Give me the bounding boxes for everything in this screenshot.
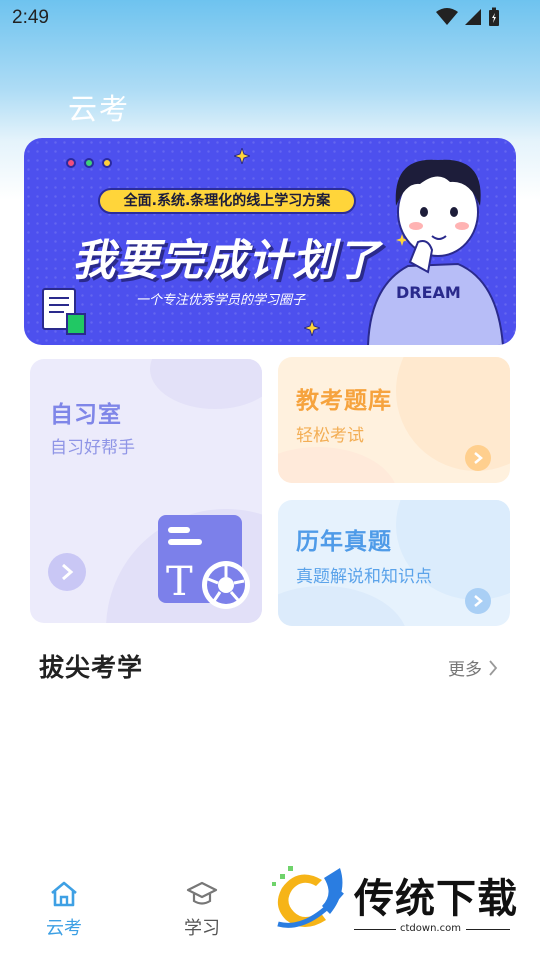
graduation-cap-icon bbox=[186, 881, 218, 905]
divider bbox=[354, 929, 396, 930]
wifi-icon bbox=[436, 8, 458, 25]
watermark-emblem bbox=[272, 866, 344, 928]
card-decoration bbox=[278, 586, 408, 626]
card-subtitle: 真题解说和知识点 bbox=[296, 567, 432, 587]
student-illustration: DREAM bbox=[367, 159, 504, 345]
sparkle-icon bbox=[304, 320, 320, 336]
study-room-arrow-button[interactable] bbox=[48, 553, 86, 591]
svg-text:T: T bbox=[166, 559, 193, 605]
card-title: 历年真题 bbox=[296, 529, 392, 555]
card-decoration bbox=[150, 359, 262, 409]
promo-banner[interactable]: 全面.系统.条理化的线上学习方案 我要完成计划了 一个专注优秀学员的学习圈子 D… bbox=[24, 138, 516, 345]
textbook-icon: T bbox=[158, 515, 250, 609]
nav-label: 学习 bbox=[184, 918, 220, 939]
sparkle-icon bbox=[234, 148, 250, 164]
chevron-right-icon bbox=[62, 564, 74, 580]
status-time: 2:49 bbox=[12, 7, 49, 28]
chevron-right-icon bbox=[474, 452, 483, 464]
dot-yellow bbox=[102, 158, 112, 168]
past-exams-arrow-button[interactable] bbox=[465, 588, 491, 614]
question-bank-arrow-button[interactable] bbox=[465, 445, 491, 471]
banner-tagline: 全面.系统.条理化的线上学习方案 bbox=[98, 188, 356, 214]
home-icon bbox=[51, 881, 77, 907]
dot-green bbox=[84, 158, 94, 168]
nav-item-home[interactable]: 云考 bbox=[46, 880, 82, 940]
card-decoration bbox=[278, 447, 398, 483]
banner-subline: 一个专注优秀学员的学习圈子 bbox=[136, 293, 306, 308]
status-icons bbox=[436, 7, 500, 27]
watermark-domain: ctdown.com bbox=[400, 923, 461, 934]
battery-icon bbox=[489, 7, 499, 26]
signal-icon bbox=[465, 9, 481, 25]
document-icon bbox=[42, 288, 86, 335]
shirt-text: DREAM bbox=[396, 283, 461, 302]
watermark-logo: 传统下载 ctdown.com bbox=[262, 860, 532, 940]
dot-red bbox=[66, 158, 76, 168]
app-screen: 2:49 云考 全面.系统.条理化的线上学习方案 我要完成计划了 一个专注优秀学… bbox=[0, 0, 540, 960]
past-exams-card[interactable]: 历年真题 真题解说和知识点 bbox=[278, 500, 510, 626]
chevron-right-icon bbox=[489, 659, 498, 676]
study-room-card[interactable]: 自习室 自习好帮手 T bbox=[30, 359, 262, 623]
window-dots bbox=[66, 158, 112, 168]
card-title: 教考题库 bbox=[296, 388, 392, 414]
nav-item-study[interactable]: 学习 bbox=[184, 880, 220, 940]
question-bank-card[interactable]: 教考题库 轻松考试 bbox=[278, 357, 510, 483]
card-title: 自习室 bbox=[50, 402, 122, 428]
divider bbox=[466, 929, 510, 930]
more-label: 更多 bbox=[448, 660, 482, 680]
chevron-right-icon bbox=[474, 595, 483, 607]
card-subtitle: 自习好帮手 bbox=[50, 438, 135, 458]
page-title: 云考 bbox=[68, 92, 131, 126]
card-subtitle: 轻松考试 bbox=[296, 426, 364, 446]
nav-label: 云考 bbox=[46, 918, 82, 939]
section-title: 拔尖考学 bbox=[39, 653, 144, 682]
banner-headline: 我要完成计划了 bbox=[72, 236, 380, 286]
card-decoration bbox=[396, 357, 510, 471]
more-link[interactable]: 更多 bbox=[448, 655, 498, 680]
status-bar: 2:49 bbox=[0, 0, 540, 36]
watermark-name: 传统下载 bbox=[354, 876, 518, 922]
